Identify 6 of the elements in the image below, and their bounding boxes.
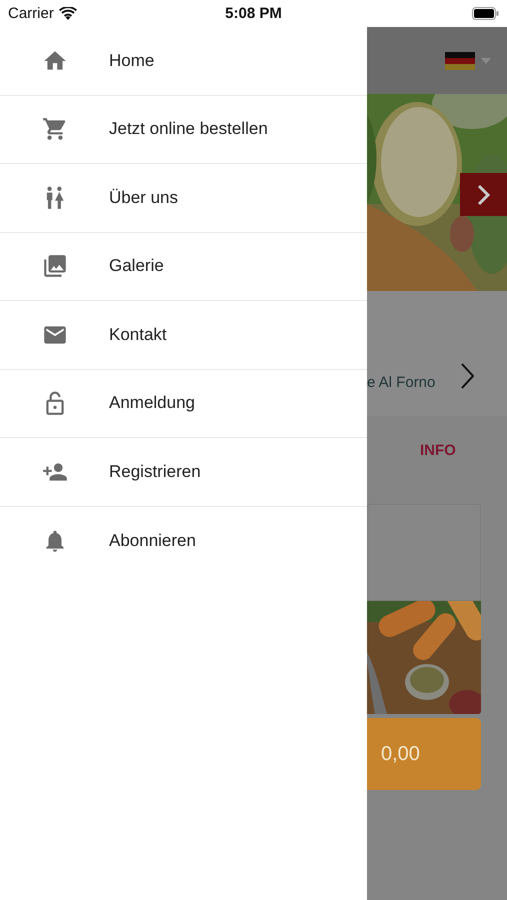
menu-item[interactable]: Galerie [0, 232, 367, 301]
clock-time: 5:08 PM [225, 5, 282, 22]
restaurant-name: e Al Forno [367, 374, 436, 391]
menu-item[interactable]: Kontakt [0, 301, 367, 370]
carrier-label: Carrier [8, 5, 54, 22]
menu-item[interactable]: Abonnieren [0, 506, 367, 575]
